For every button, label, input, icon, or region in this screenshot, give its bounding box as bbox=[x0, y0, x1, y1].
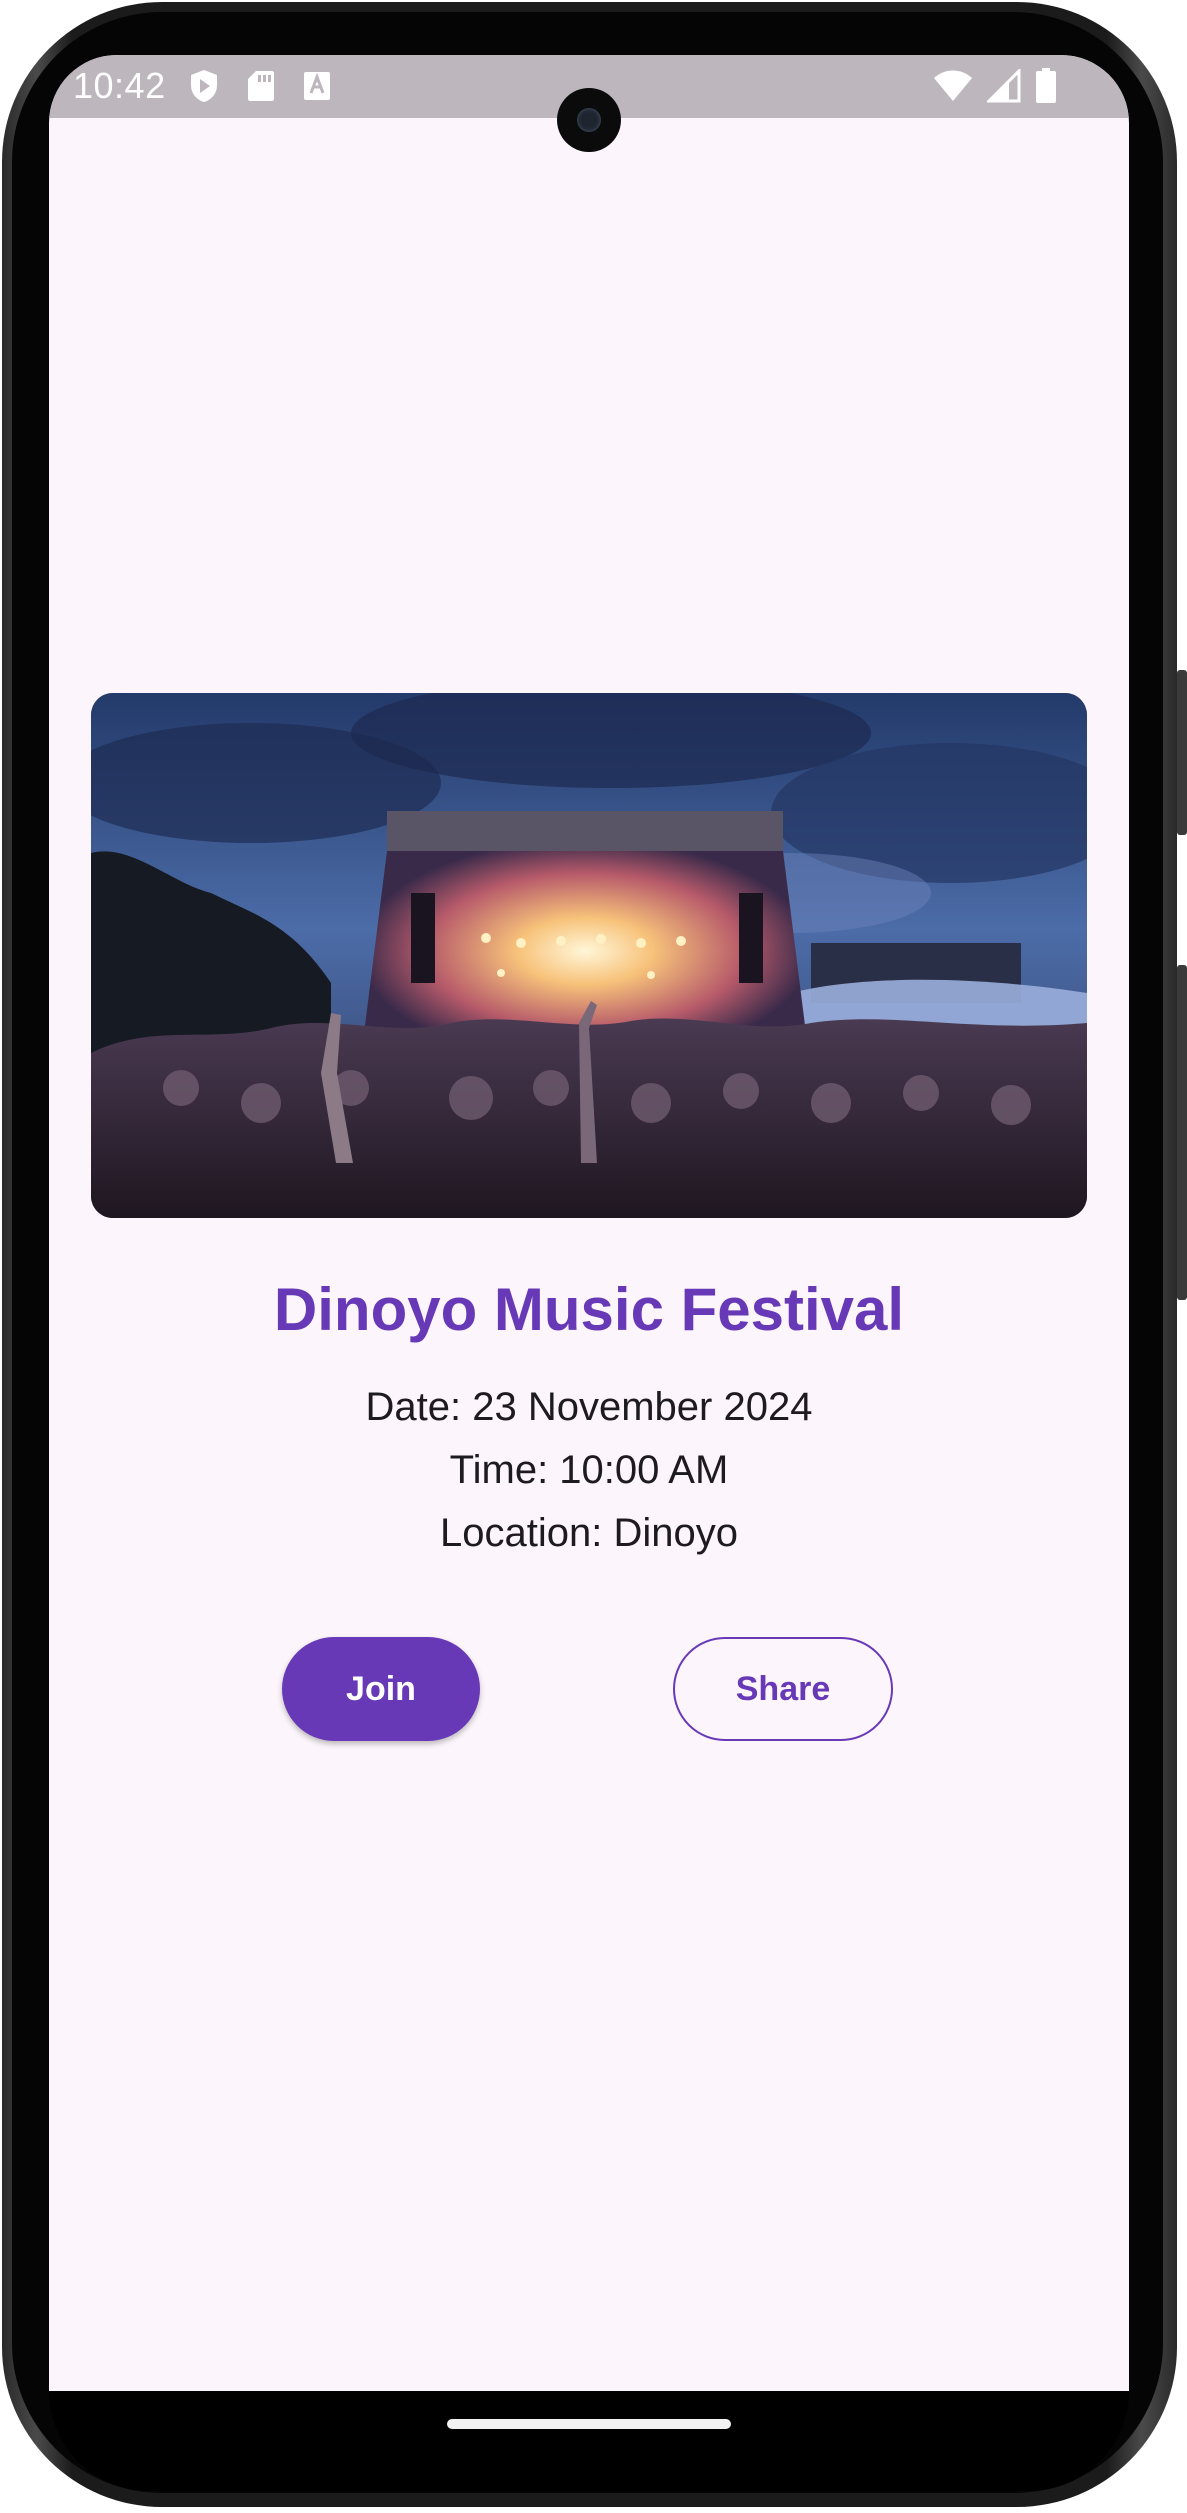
wifi-icon bbox=[933, 69, 973, 108]
shield-play-icon bbox=[189, 69, 219, 108]
cell-signal-icon bbox=[985, 67, 1021, 108]
status-time: 10:42 bbox=[73, 65, 166, 106]
volume-button bbox=[1177, 965, 1187, 1300]
event-title: Dinoyo Music Festival bbox=[273, 1276, 905, 1343]
join-button[interactable]: Join bbox=[282, 1637, 480, 1741]
keyboard-a-icon bbox=[303, 71, 331, 106]
navigation-bar bbox=[49, 2391, 1129, 2491]
event-time: Time: 10:00 AM bbox=[449, 1448, 729, 1492]
sd-card-icon bbox=[247, 70, 275, 107]
event-date: Date: 23 November 2024 bbox=[365, 1385, 813, 1429]
event-location: Location: Dinoyo bbox=[440, 1511, 738, 1555]
festival-image bbox=[91, 693, 1087, 1218]
screen: 10:42 Dinoyo Music Festival Date: 23 Nov… bbox=[49, 55, 1129, 2391]
battery-icon bbox=[1035, 68, 1057, 109]
phone-frame: 10:42 Dinoyo Music Festival Date: 23 Nov… bbox=[0, 0, 1187, 2513]
home-indicator[interactable] bbox=[447, 2419, 731, 2429]
front-camera bbox=[557, 88, 621, 152]
share-button[interactable]: Share bbox=[673, 1637, 893, 1741]
power-button bbox=[1177, 670, 1187, 835]
